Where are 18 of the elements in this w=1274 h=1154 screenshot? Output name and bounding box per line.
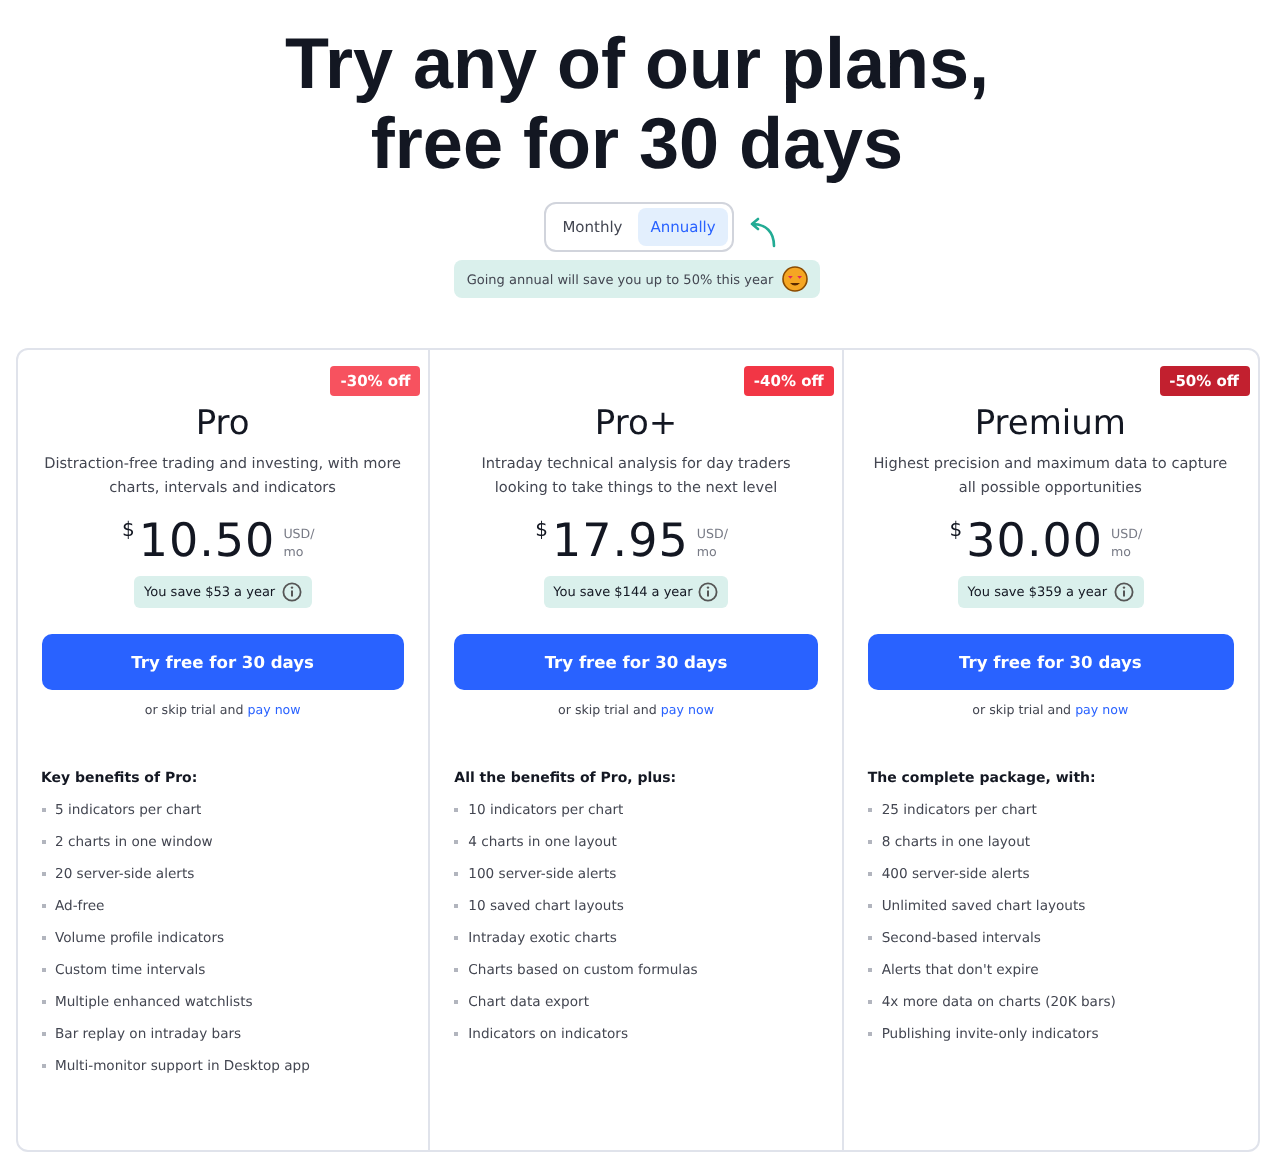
info-icon[interactable] bbox=[698, 582, 719, 602]
currency-symbol: $ bbox=[949, 520, 963, 542]
plan-name: Premium bbox=[974, 404, 1126, 444]
emoji-icon bbox=[781, 266, 808, 292]
info-icon[interactable] bbox=[281, 582, 302, 602]
try-free-button[interactable]: Try free for 30 days bbox=[867, 634, 1233, 690]
plan-price: 17.95 bbox=[552, 516, 689, 568]
info-icon[interactable] bbox=[1113, 582, 1134, 602]
plan-price: 10.50 bbox=[138, 516, 276, 568]
try-free-button[interactable]: Try free for 30 days bbox=[41, 634, 405, 690]
curved-arrow-icon bbox=[745, 215, 778, 247]
plan-name: Pro+ bbox=[594, 404, 678, 444]
plan-price: 30.00 bbox=[966, 516, 1104, 568]
plan-name: Pro bbox=[195, 404, 250, 444]
currency-symbol: $ bbox=[535, 520, 548, 542]
currency-symbol: $ bbox=[121, 520, 135, 542]
page-heading: Try any of our plans, free for 30 days bbox=[282, 24, 992, 184]
try-free-button[interactable]: Try free for 30 days bbox=[454, 634, 818, 690]
